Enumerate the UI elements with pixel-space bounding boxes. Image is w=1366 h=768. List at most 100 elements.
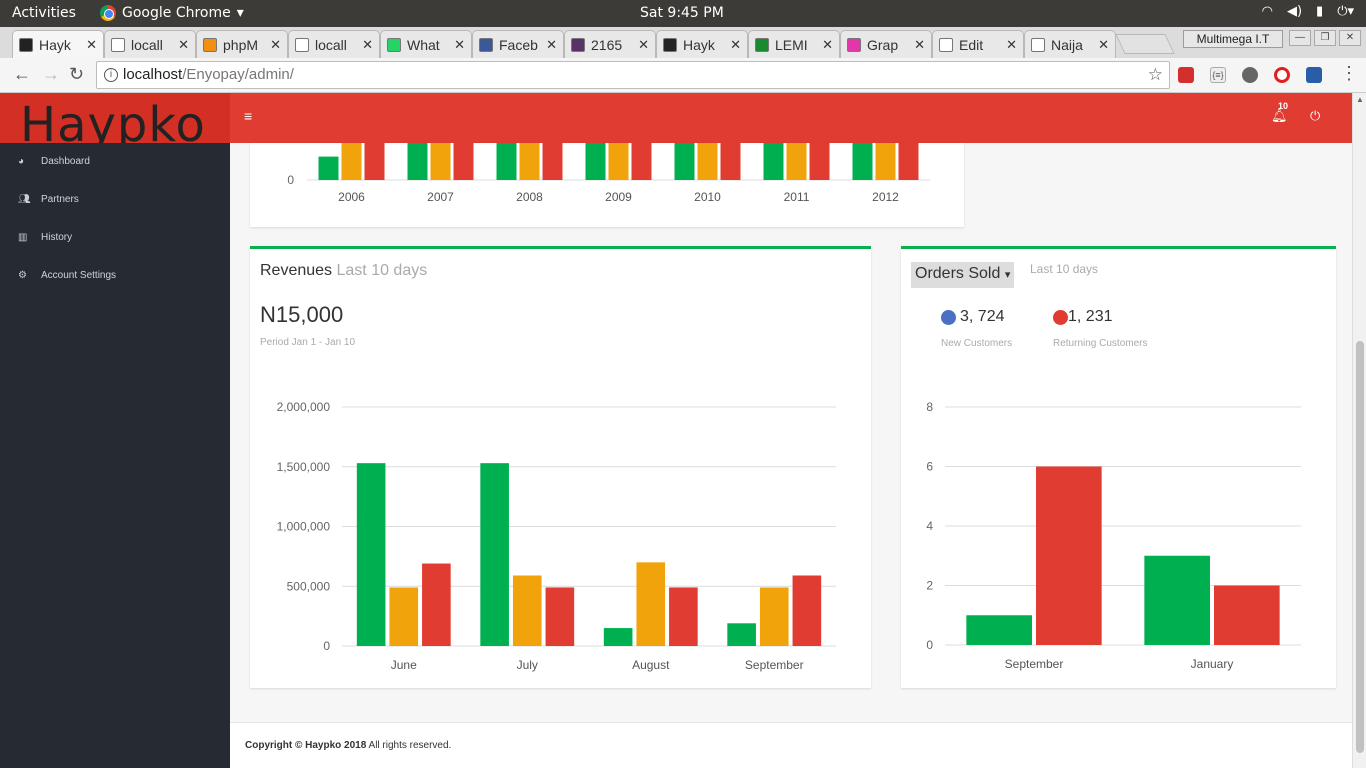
app-menu[interactable]: Google Chrome ▾ [100, 5, 244, 21]
bar [786, 143, 807, 180]
x-tick-label: 2008 [516, 190, 543, 204]
sidebar-item-account-settings[interactable]: ⚙ Account Settings [18, 270, 116, 281]
reload-icon[interactable]: ↻ [69, 64, 84, 85]
browser-tab[interactable]: What ✕ [380, 30, 472, 58]
orders-dropdown[interactable]: Orders Sold ▾ [911, 262, 1015, 288]
battery-icon: ▮ [1316, 4, 1324, 19]
scroll-up-icon[interactable]: ▲ [1356, 95, 1364, 104]
activities-button[interactable]: Activities [12, 5, 76, 21]
close-window-button[interactable]: ✕ [1339, 30, 1361, 46]
browser-tab[interactable]: LEMI ✕ [748, 30, 840, 58]
browser-tab[interactable]: Grap ✕ [840, 30, 932, 58]
y-tick-label: 4 [926, 519, 933, 533]
orders-subtitle: Last 10 days [1030, 262, 1099, 276]
url-host: localhost [123, 66, 183, 83]
os-top-bar: Activities Google Chrome ▾ Sat 9:45 PM ◠… [0, 0, 1366, 27]
logout-power-icon[interactable]: ⏻ [1310, 108, 1320, 124]
forward-icon[interactable]: → [42, 64, 60, 85]
clock[interactable]: Sat 9:45 PM [640, 5, 724, 21]
sidebar-item-dashboard[interactable]: ◕ Dashboard [18, 156, 90, 167]
bar [519, 143, 540, 180]
close-tab-icon[interactable]: ✕ [454, 37, 465, 53]
browser-tab[interactable]: Naija ✕ [1024, 30, 1116, 58]
sidebar-item-label: History [41, 232, 73, 243]
close-tab-icon[interactable]: ✕ [822, 37, 833, 53]
browser-tab[interactable]: phpM ✕ [196, 30, 288, 58]
x-tick-label: January [1191, 657, 1234, 671]
bar [727, 623, 756, 646]
new-tab-button[interactable] [1115, 34, 1175, 54]
profile-button[interactable]: Multimega I.T [1183, 30, 1283, 48]
bar [697, 143, 718, 180]
bell-icon[interactable]: 🔔︎ [1271, 108, 1288, 124]
site-info-icon[interactable]: i [104, 68, 118, 82]
app-name: Google Chrome [122, 5, 231, 21]
browser-tab[interactable]: locall ✕ [104, 30, 196, 58]
browser-tab-label: Hayk [39, 36, 71, 53]
y-tick-label: 6 [926, 460, 933, 474]
extension-wordpress-icon[interactable] [1242, 67, 1258, 83]
browser-menu-icon[interactable]: ⋮ [1340, 63, 1358, 84]
bar [852, 143, 873, 180]
bar [603, 628, 633, 646]
dashboard-icon: ◕ [18, 156, 25, 167]
page-icon [1031, 37, 1045, 52]
close-tab-icon[interactable]: ✕ [270, 37, 281, 53]
yearly-chart-panel: 0 2006 2007 2008 2009 2010 2011 2012 [250, 143, 964, 227]
extension-box-icon[interactable] [1306, 67, 1322, 83]
scrollbar-thumb[interactable] [1356, 341, 1364, 753]
close-tab-icon[interactable]: ✕ [178, 37, 189, 53]
close-tab-icon[interactable]: ✕ [730, 37, 741, 53]
back-icon[interactable]: ← [13, 64, 31, 85]
sidebar: ◕ Dashboard 👥︎ Partners ▥ History ⚙ Acco… [0, 143, 230, 768]
close-tab-icon[interactable]: ✕ [1006, 37, 1017, 53]
browser-tab[interactable]: locall ✕ [288, 30, 380, 58]
y-tick-label: 0 [926, 638, 933, 652]
orders-panel: Orders Sold ▾ Last 10 days 3, 724 New Cu… [901, 246, 1336, 688]
browser-tab[interactable]: Hayk ✕ [656, 30, 748, 58]
whatsapp-icon [387, 37, 401, 52]
bar-chart-icon: ▥ [18, 232, 28, 243]
browser-tab[interactable]: 2165 ✕ [564, 30, 656, 58]
x-tick-label: September [1005, 657, 1064, 671]
sidebar-item-label: Account Settings [41, 270, 117, 281]
bar [453, 143, 474, 180]
browser-tab[interactable]: Edit ✕ [932, 30, 1024, 58]
browser-tab-label: Naija [1051, 36, 1083, 53]
close-tab-icon[interactable]: ✕ [1098, 37, 1109, 53]
extension-opera-icon[interactable] [1274, 67, 1290, 83]
bookmark-star-icon[interactable]: ☆ [1148, 62, 1163, 88]
extension-pdf-icon[interactable] [1178, 67, 1194, 83]
menu-toggle-icon[interactable]: ≡ [244, 108, 252, 124]
system-tray[interactable]: ◠ ◀) ▮ ⏻▾ [1262, 4, 1354, 19]
browser-tab-label: locall [315, 36, 347, 53]
page-scrollbar[interactable]: ▲ [1352, 93, 1366, 768]
page-icon [939, 37, 953, 52]
close-tab-icon[interactable]: ✕ [914, 37, 925, 53]
bar [669, 587, 698, 646]
bar [674, 143, 695, 180]
caret-down-icon: ▾ [1004, 269, 1011, 281]
bar [389, 587, 419, 646]
browser-tab[interactable]: Faceb ✕ [472, 30, 564, 58]
sidebar-item-label: Dashboard [41, 156, 90, 167]
address-bar[interactable]: i localhost/Enyopay/admin/ ☆ [96, 61, 1170, 89]
brand-logo[interactable]: Haypko [0, 93, 230, 143]
sidebar-item-history[interactable]: ▥ History [18, 232, 72, 243]
bar [1144, 555, 1210, 645]
returning-customers-value: 1, 231 [1068, 308, 1113, 325]
orders-bar-chart: 0 2 4 6 8 September January [926, 400, 1301, 671]
browser-tab[interactable]: Hayk ✕ [12, 30, 104, 58]
close-tab-icon[interactable]: ✕ [362, 37, 373, 53]
close-tab-icon[interactable]: ✕ [86, 37, 97, 53]
maximize-button[interactable]: ❐ [1314, 30, 1336, 46]
returning-customers-label: Returning Customers [1053, 338, 1148, 349]
sidebar-item-partners[interactable]: 👥︎ Partners [18, 194, 79, 205]
extension-json-icon[interactable]: {≡} [1210, 67, 1226, 83]
bar [430, 143, 451, 180]
close-tab-icon[interactable]: ✕ [546, 37, 557, 53]
revenues-title: Revenues [260, 262, 333, 279]
minimize-button[interactable]: — [1289, 30, 1311, 46]
close-tab-icon[interactable]: ✕ [638, 37, 649, 53]
x-tick-label: 2011 [784, 190, 810, 204]
